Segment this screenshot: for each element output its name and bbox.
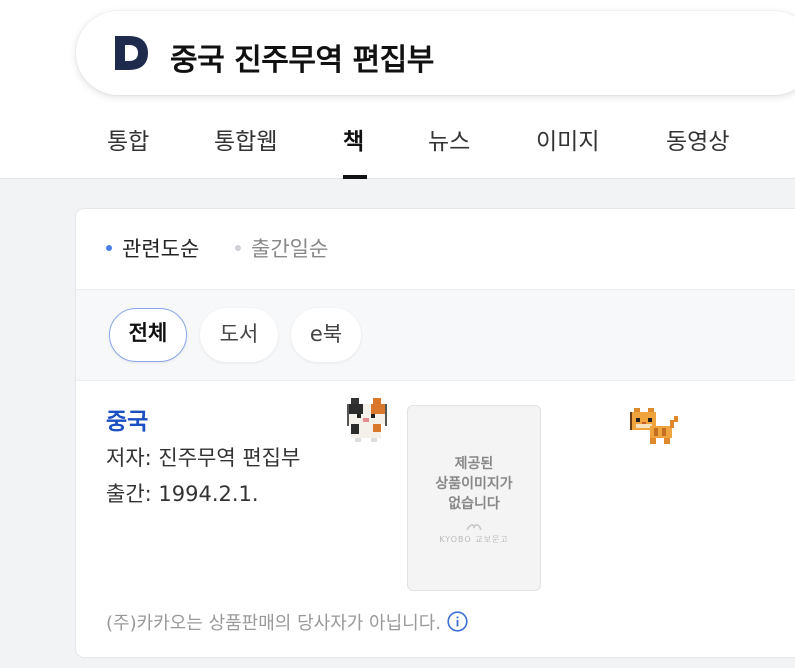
tab-books[interactable]: 책 <box>343 122 364 156</box>
book-publish-date: 출간: 1994.2.1. <box>106 482 259 506</box>
filter-bar: 전체 도서 e북 <box>76 289 795 381</box>
tab-videos[interactable]: 동영상 <box>666 122 729 156</box>
tab-web[interactable]: 통합웹 <box>214 122 277 156</box>
tab-images[interactable]: 이미지 <box>536 122 599 156</box>
orange-cat-sprite-icon <box>630 408 678 444</box>
book-results-card: 관련도순 출간일순 전체 도서 e북 중국 저자: 진주무역 편집부 출간: 1… <box>76 209 795 657</box>
thumbnail-placeholder-text: 제공된 상품이미지가 없습니다 <box>408 454 540 514</box>
thumbnail-brand: KYOBO 교보문고 <box>439 535 509 544</box>
filter-books-chip[interactable]: 도서 <box>200 308 278 362</box>
sort-active-dot <box>106 245 112 251</box>
sort-options: 관련도순 출간일순 <box>76 209 795 289</box>
book-title-link[interactable]: 중국 <box>106 402 148 436</box>
sort-relevance[interactable]: 관련도순 <box>122 233 199 263</box>
tab-news[interactable]: 뉴스 <box>428 122 470 156</box>
book-result-item: 중국 저자: 진주무역 편집부 출간: 1994.2.1. 제공된 상품이미지가… <box>76 381 795 657</box>
header: 중국 진주무역 편집부 통합 통합웹 책 뉴스 이미지 동영상 <box>0 0 795 179</box>
sort-date[interactable]: 출간일순 <box>251 233 328 263</box>
filter-all-chip[interactable]: 전체 <box>109 308 187 362</box>
thumbnail-line-1: 제공된 <box>454 456 494 472</box>
kyobo-leaf-icon <box>466 524 482 531</box>
calico-cat-sprite-icon <box>347 398 387 442</box>
thumbnail-line-2: 상품이미지가 <box>435 476 513 492</box>
seller-notice: (주)카카오는 상품판매의 당사자가 아닙니다. <box>106 608 468 635</box>
sort-inactive-dot <box>235 245 241 251</box>
book-author: 저자: 진주무역 편집부 <box>106 446 301 470</box>
filter-ebook-chip[interactable]: e북 <box>291 308 361 362</box>
info-icon[interactable] <box>447 611 468 632</box>
tab-all[interactable]: 통합 <box>107 122 149 156</box>
active-tab-indicator <box>343 175 367 179</box>
book-thumbnail[interactable]: 제공된 상품이미지가 없습니다 KYOBO 교보문고 <box>407 405 541 591</box>
daum-logo-icon[interactable] <box>112 34 150 72</box>
thumbnail-line-3: 없습니다 <box>448 496 500 512</box>
search-tabs: 통합 통합웹 책 뉴스 이미지 동영상 <box>0 110 795 179</box>
search-box[interactable]: 중국 진주무역 편집부 <box>76 11 795 95</box>
search-query[interactable]: 중국 진주무역 편집부 <box>170 35 434 79</box>
seller-notice-text: (주)카카오는 상품판매의 당사자가 아닙니다. <box>106 613 442 634</box>
